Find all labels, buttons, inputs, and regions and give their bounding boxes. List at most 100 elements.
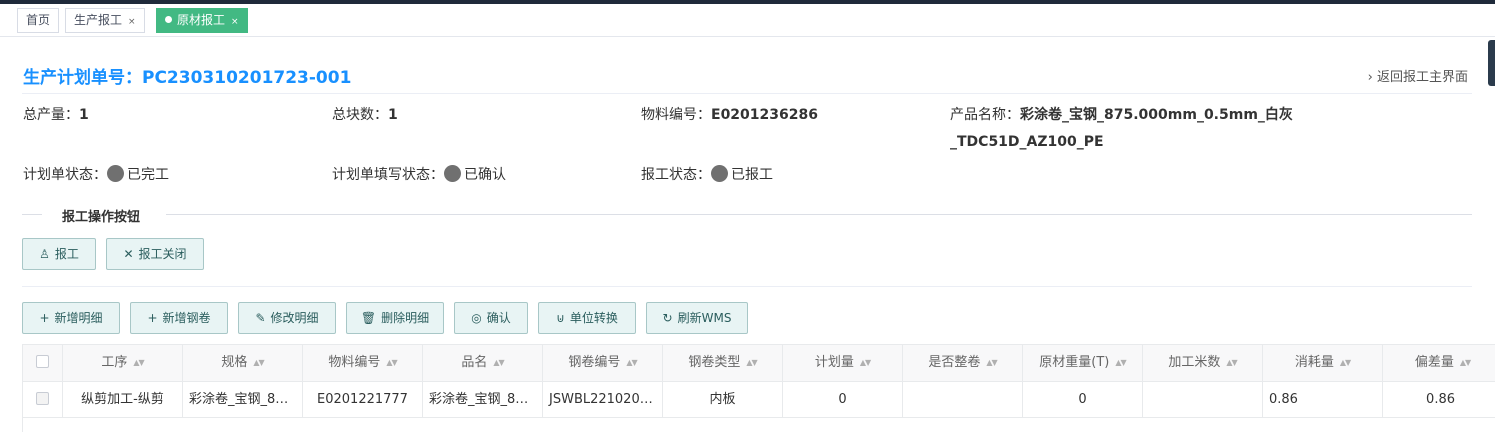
report-status-value: 已报工 <box>731 167 773 183</box>
table-cell: 0.86 <box>1383 382 1495 417</box>
column-header[interactable]: 品名 ▲▼ <box>423 345 543 381</box>
confirm-button[interactable]: ◎ 确认 <box>454 302 528 334</box>
side-drawer-handle[interactable] <box>1488 40 1495 86</box>
close-icon[interactable]: × <box>128 17 136 27</box>
magnet-icon: ⊍ <box>556 311 565 325</box>
tab-production-report[interactable]: 生产报工 × <box>65 8 145 33</box>
add-detail-button[interactable]: + 新增明细 <box>22 302 120 334</box>
total-blocks-label: 总块数： <box>332 107 388 123</box>
table-header: 工序 ▲▼ 规格 ▲▼ 物料编号 ▲▼ 品名 ▲▼ 钢卷编号 ▲▼ 钢卷类型 ▲▼ 计划量 ▲… <box>23 345 1495 382</box>
refresh-wms-button[interactable]: ↻ 刷新WMS <box>646 302 748 334</box>
material-code-value: E0201236286 <box>711 107 818 123</box>
tab-label: 原材报工 <box>177 13 226 27</box>
unit-convert-label: 单位转换 <box>569 311 618 325</box>
row-checkbox[interactable] <box>36 392 49 405</box>
fill-status-label: 计划单填写状态： <box>332 167 444 183</box>
add-coil-label: 新增钢卷 <box>162 311 211 325</box>
fill-status: 计划单填写状态： 已确认 <box>332 164 506 184</box>
active-dot-icon <box>165 16 172 23</box>
add-detail-label: 新增明细 <box>54 311 103 325</box>
plan-status-value: 已完工 <box>127 167 169 183</box>
sort-icon[interactable]: ▲▼ <box>746 345 757 381</box>
add-coil-button[interactable]: + 新增钢卷 <box>130 302 228 334</box>
total-blocks: 总块数：1 <box>332 104 398 124</box>
sort-icon[interactable]: ▲▼ <box>626 345 637 381</box>
column-header[interactable]: 加工米数 ▲▼ <box>1143 345 1263 381</box>
row-select-cell <box>23 382 63 417</box>
trash-icon: 🗑 <box>360 311 377 325</box>
status-dot-icon <box>444 165 461 182</box>
page-title: 生产计划单号：PC230310201723-001 <box>23 68 352 88</box>
status-dot-icon <box>711 165 728 182</box>
report-button-label: 报工 <box>54 247 79 261</box>
column-header[interactable]: 计划量 ▲▼ <box>783 345 903 381</box>
sort-icon[interactable]: ▲▼ <box>986 345 997 381</box>
total-output-label: 总产量： <box>23 107 79 123</box>
sort-icon[interactable]: ▲▼ <box>860 345 871 381</box>
column-header[interactable]: 钢卷类型 ▲▼ <box>663 345 783 381</box>
eye-icon: ◎ <box>471 311 482 325</box>
tab-raw-material-report[interactable]: 原材报工 × <box>156 8 248 33</box>
sort-icon[interactable]: ▲▼ <box>1115 345 1126 381</box>
delete-detail-label: 删除明细 <box>381 311 430 325</box>
column-header[interactable]: 物料编号 ▲▼ <box>303 345 423 381</box>
chevron-right-icon: › <box>1367 70 1377 85</box>
refresh-icon: ↻ <box>662 311 673 325</box>
data-table: 工序 ▲▼ 规格 ▲▼ 物料编号 ▲▼ 品名 ▲▼ 钢卷编号 ▲▼ 钢卷类型 ▲▼ 计划量 ▲… <box>22 344 1495 432</box>
report-button[interactable]: ♙ 报工 <box>22 238 96 270</box>
tab-home[interactable]: 首页 <box>17 8 60 33</box>
table-cell: 0.86 <box>1263 382 1383 417</box>
close-report-button[interactable]: ✕ 报工关闭 <box>106 238 204 270</box>
refresh-wms-label: 刷新WMS <box>677 311 732 325</box>
column-header[interactable]: 是否整卷 ▲▼ <box>903 345 1023 381</box>
delete-detail-button[interactable]: 🗑 删除明细 <box>346 302 444 334</box>
plus-icon: + <box>147 311 158 325</box>
table-cell: JSWBL2210200123 <box>543 382 663 417</box>
column-header[interactable]: 规格 ▲▼ <box>183 345 303 381</box>
sort-icon[interactable]: ▲▼ <box>253 345 264 381</box>
unit-convert-button[interactable]: ⊍ 单位转换 <box>538 302 636 334</box>
product-name-continued: _TDC51D_AZ100_PE <box>950 134 1104 150</box>
section-title: 报工操作按钮 <box>62 210 141 225</box>
table-cell <box>1143 382 1263 417</box>
confirm-label: 确认 <box>486 311 511 325</box>
sort-icon[interactable]: ▲▼ <box>133 345 144 381</box>
product-name-value: 彩涂卷_宝钢_875.000mm_0.5mm_白灰 <box>1020 107 1293 123</box>
sort-icon[interactable]: ▲▼ <box>1340 345 1351 381</box>
report-status-label: 报工状态： <box>641 167 711 183</box>
column-header[interactable]: 原材重量(T) ▲▼ <box>1023 345 1143 381</box>
total-output-value: 1 <box>79 107 89 123</box>
table-cell: 0 <box>1023 382 1143 417</box>
back-link[interactable]: › 返回报工主界面 <box>1368 66 1468 85</box>
toolbar-divider <box>22 286 1472 287</box>
plan-status-label: 计划单状态： <box>23 167 107 183</box>
back-link-label: 返回报工主界面 <box>1376 70 1468 85</box>
table-cell: 0 <box>783 382 903 417</box>
close-icon: ✕ <box>123 247 134 261</box>
edit-detail-label: 修改明细 <box>270 311 319 325</box>
column-header[interactable]: 钢卷编号 ▲▼ <box>543 345 663 381</box>
select-all-checkbox[interactable] <box>36 355 49 368</box>
close-icon[interactable]: × <box>231 17 239 27</box>
select-all-cell <box>23 345 63 381</box>
column-header[interactable]: 工序 ▲▼ <box>63 345 183 381</box>
edit-detail-button[interactable]: ✎ 修改明细 <box>238 302 336 334</box>
column-header[interactable]: 偏差量 ▲▼ <box>1383 345 1495 381</box>
table-row[interactable]: 纵剪加工-纵剪 彩涂卷_宝钢_875.000mm_0.5mm E02012217… <box>23 382 1495 418</box>
material-code: 物料编号：E0201236286 <box>641 104 818 124</box>
tab-bar: 首页 生产报工 × 原材报工 × <box>0 4 1495 37</box>
edit-icon: ✎ <box>255 311 266 325</box>
table-cell: 彩涂卷_宝钢_875.000mm_0.5mm <box>183 382 303 417</box>
section-divider-left <box>22 214 42 215</box>
column-header[interactable]: 消耗量 ▲▼ <box>1263 345 1383 381</box>
status-dot-icon <box>107 165 124 182</box>
table-cell: E0201221777 <box>303 382 423 417</box>
material-code-label: 物料编号： <box>641 107 711 123</box>
table-cell: 纵剪加工-纵剪 <box>63 382 183 417</box>
sort-icon[interactable]: ▲▼ <box>1226 345 1237 381</box>
fill-status-value: 已确认 <box>464 167 506 183</box>
sort-icon[interactable]: ▲▼ <box>493 345 504 381</box>
sort-icon[interactable]: ▲▼ <box>386 345 397 381</box>
total-output: 总产量：1 <box>23 104 89 124</box>
sort-icon[interactable]: ▲▼ <box>1460 345 1471 381</box>
